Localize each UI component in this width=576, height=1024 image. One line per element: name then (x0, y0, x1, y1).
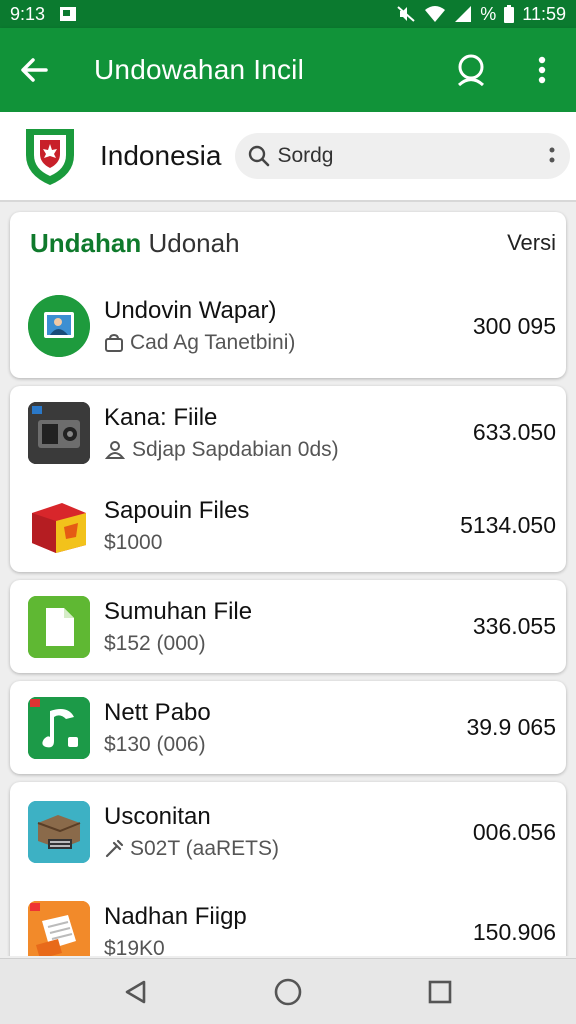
item-name: Undovin Wapar) (104, 297, 277, 324)
item-value: 39.9 065 (466, 714, 556, 740)
section-title-green: Undahan (30, 227, 142, 258)
item-value: 633.050 (472, 419, 556, 445)
item-name: Nadhan Fiigp (104, 903, 247, 930)
printer-app-icon (28, 801, 90, 863)
item-subtitle: Cad Ag Tanetbini) (130, 331, 296, 354)
square-recents-icon (428, 980, 452, 1003)
list-item[interactable]: Undovin Wapar) Cad Ag Tanetbini) 300 095 (10, 274, 566, 378)
item-value: 336.055 (472, 613, 556, 639)
list-item[interactable]: Sapouin Files $1000 5134.050 (10, 479, 566, 572)
music-app-icon (28, 696, 90, 759)
item-subtitle: $130 (006) (104, 732, 206, 756)
triangle-back-icon (125, 980, 146, 1003)
system-nav-bar (0, 958, 576, 1024)
search-icon (249, 145, 270, 167)
status-time: 9:13 (10, 3, 46, 24)
more-vert-icon[interactable] (548, 145, 556, 167)
folder-app-icon (28, 901, 90, 956)
machine-app-icon (28, 401, 90, 464)
nav-back-button[interactable] (108, 964, 164, 1020)
list-card: Nett Pabo $130 (006) 39.9 065 (10, 681, 566, 774)
battery-icon (504, 5, 515, 23)
item-name: Usconitan (104, 803, 211, 830)
document-app-icon (28, 595, 90, 658)
app-title: Undowahan Incil (94, 54, 305, 85)
section-title-grey: Udonah (148, 227, 240, 258)
more-vert-icon (538, 56, 546, 84)
people-icon (104, 440, 126, 459)
item-value: 5134.050 (460, 512, 556, 538)
item-name: Sapouin Files (104, 496, 250, 524)
item-name: Nett Pabo (104, 698, 211, 726)
status-clock: 11:59 (522, 3, 566, 24)
tools-icon (105, 839, 124, 858)
list-item[interactable]: Nadhan Fiigp $19K0 150.906 (10, 882, 566, 956)
mute-icon (396, 5, 416, 23)
item-subtitle: $19K0 (104, 937, 165, 956)
search-button[interactable] (450, 48, 494, 92)
item-value: 150.906 (472, 918, 556, 945)
item-value: 006.056 (472, 818, 556, 845)
app-list: Undahan Udonah Versi Undovin Wapar) Cad … (0, 202, 576, 956)
item-value: 300 095 (472, 312, 556, 339)
box-app-icon (28, 494, 90, 557)
list-item[interactable]: Usconitan S02T (aaRETS) 006.056 (10, 782, 566, 882)
country-label: Indonesia (100, 140, 222, 171)
list-item[interactable]: Nett Pabo $130 (006) 39.9 065 (10, 681, 566, 774)
wifi-icon (424, 5, 446, 23)
back-arrow-icon (21, 58, 48, 82)
section-title: Undahan Udonah (30, 228, 240, 259)
app-bar: Undowahan Incil (0, 28, 576, 112)
nav-home-button[interactable] (260, 964, 316, 1020)
item-subtitle: S02T (aaRETS) (130, 837, 279, 860)
photo-app-icon (28, 295, 90, 357)
back-button[interactable] (12, 48, 56, 92)
search-box[interactable] (235, 133, 571, 179)
search-icon (457, 54, 485, 87)
item-subtitle: $1000 (104, 530, 163, 554)
search-input[interactable] (277, 144, 549, 168)
item-name: Kana: Fiile (104, 403, 218, 431)
item-name: Sumuhan File (104, 597, 253, 625)
overflow-menu-button[interactable] (520, 48, 564, 92)
shield-logo-icon (22, 125, 78, 187)
nav-recents-button[interactable] (412, 964, 468, 1020)
header-row: Indonesia (0, 112, 576, 202)
list-card: Sumuhan File $152 (000) 336.055 (10, 580, 566, 673)
item-subtitle: Sdjap Sapdabian 0ds) (132, 437, 339, 461)
notification-icon (59, 6, 77, 22)
section-header: Undahan Udonah Versi (10, 212, 566, 274)
battery-percent: % (480, 3, 497, 24)
list-card: Kana: Fiile Sdjap Sapdabian 0ds) 633.050… (10, 386, 566, 572)
column-label: Versi (507, 230, 556, 255)
list-item[interactable]: Sumuhan File $152 (000) 336.055 (10, 580, 566, 673)
list-item[interactable]: Kana: Fiile Sdjap Sapdabian 0ds) 633.050 (10, 386, 566, 479)
list-card: Usconitan S02T (aaRETS) 006.056 Nadhan F… (10, 782, 566, 956)
status-bar: 9:13 % 11:59 (0, 0, 576, 28)
circle-home-icon (274, 978, 302, 1005)
list-card: Undahan Udonah Versi Undovin Wapar) Cad … (10, 212, 566, 378)
item-subtitle: $152 (000) (104, 631, 206, 655)
bag-icon (105, 333, 123, 352)
signal-icon (454, 5, 472, 23)
